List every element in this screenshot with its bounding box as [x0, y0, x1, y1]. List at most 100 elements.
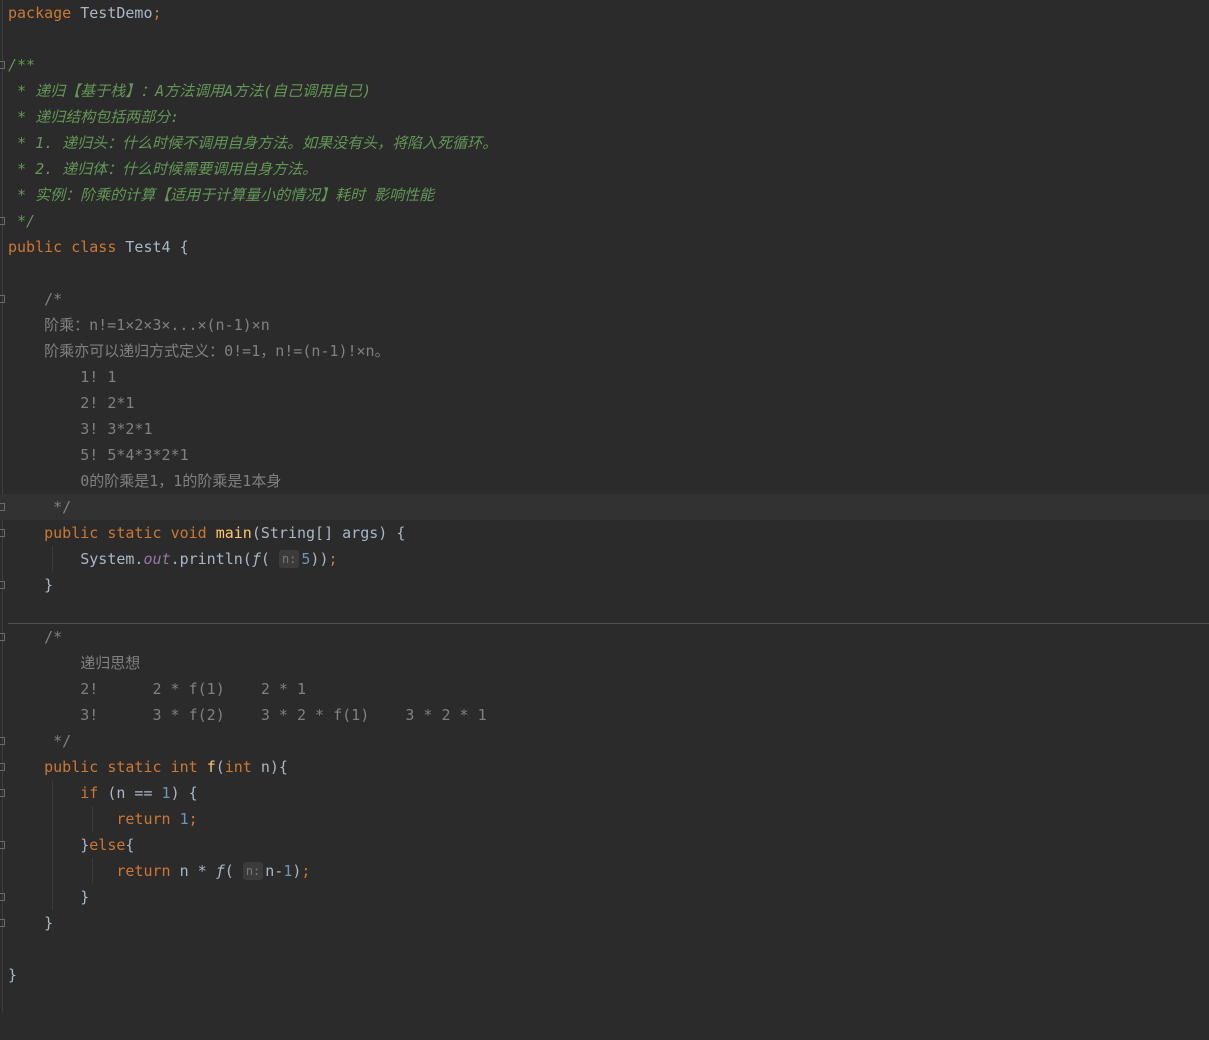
code-line[interactable]: 阶乘亦可以递归方式定义：0!=1，n!=(n-1)!×n。 — [0, 338, 1209, 364]
doc-comment-close: */ — [8, 212, 36, 230]
code-line[interactable]: } — [0, 884, 1209, 910]
fold-icon[interactable] — [0, 763, 5, 771]
code-line[interactable]: * 实例：阶乘的计算【适用于计算量小的情况】耗时 影响性能 — [0, 182, 1209, 208]
parameter-hint: n: — [242, 862, 264, 880]
fold-icon[interactable] — [0, 217, 5, 225]
block-comment-open: /* — [8, 290, 63, 308]
condition: (n == — [98, 784, 162, 802]
block-comment-open: /* — [8, 628, 63, 646]
code-line[interactable]: /** — [0, 52, 1209, 78]
fold-icon[interactable] — [0, 295, 5, 303]
code-line[interactable]: return n * ƒ( n: n-1); — [0, 858, 1209, 884]
fold-icon[interactable] — [0, 919, 5, 927]
method-call-f: ƒ — [215, 862, 225, 880]
block-comment-line: 阶乘亦可以递归方式定义：0!=1，n!=(n-1)!×n。 — [8, 342, 390, 360]
block-comment-close: */ — [8, 732, 72, 750]
fold-icon[interactable] — [0, 61, 5, 69]
keyword: else — [89, 836, 126, 854]
method-name: f — [206, 758, 216, 776]
semicolon: ; — [152, 4, 162, 22]
code-line[interactable]: }else{ — [0, 832, 1209, 858]
block-comment-line: 5! 5*4*3*2*1 — [8, 446, 189, 464]
code-line[interactable]: /* — [0, 286, 1209, 312]
number-literal: 1 — [283, 862, 293, 880]
code-line[interactable]: return 1; — [0, 806, 1209, 832]
code-line[interactable]: } — [0, 910, 1209, 936]
code-line[interactable]: public static int f(int n){ — [0, 754, 1209, 780]
fold-icon[interactable] — [0, 581, 5, 589]
class-name: Test4 — [125, 238, 171, 256]
block-comment-line: 1! 1 — [8, 368, 117, 386]
brace: } — [80, 888, 90, 906]
doc-comment-line: * 递归【基于栈】：A方法调用A方法(自己调用自己) — [8, 82, 372, 100]
class-ref: System. — [80, 550, 144, 568]
code-line[interactable]: 1! 1 — [0, 364, 1209, 390]
code-line[interactable]: public class Test4 { — [0, 234, 1209, 260]
fold-icon[interactable] — [0, 529, 5, 537]
code-line[interactable]: 2! 2*1 — [0, 390, 1209, 416]
code-line[interactable]: * 递归【基于栈】：A方法调用A方法(自己调用自己) — [0, 78, 1209, 104]
static-field: out — [143, 550, 171, 568]
paren: ( — [224, 862, 234, 880]
doc-comment-line: * 2. 递归体：什么时候需要调用自身方法。 — [8, 160, 318, 178]
parameter-hint: n: — [278, 550, 300, 568]
code-line[interactable]: */ — [0, 208, 1209, 234]
fold-icon[interactable] — [0, 503, 5, 511]
code-line[interactable]: 递归思想 — [0, 650, 1209, 676]
fold-icon[interactable] — [0, 789, 5, 797]
keyword: public — [44, 758, 99, 776]
argument: n- — [265, 862, 284, 880]
brace: } — [80, 836, 90, 854]
method-call: .println( — [170, 550, 252, 568]
code-line[interactable]: 2! 2 * f(1) 2 * 1 — [0, 676, 1209, 702]
package-name: TestDemo — [80, 4, 153, 22]
method-call-f: ƒ — [251, 550, 261, 568]
keyword: public — [44, 524, 99, 542]
paren: ( — [260, 550, 270, 568]
indent-guide — [52, 546, 53, 572]
semicolon: ; — [301, 862, 311, 880]
fold-icon[interactable] — [0, 737, 5, 745]
block-comment-close: */ — [8, 498, 72, 516]
indent-guide — [52, 780, 53, 910]
code-line[interactable]: * 递归结构包括两部分: — [0, 104, 1209, 130]
code-line[interactable]: if (n == 1) { — [0, 780, 1209, 806]
current-line[interactable]: */ — [0, 494, 1209, 520]
fold-icon[interactable] — [0, 841, 5, 849]
code-line[interactable]: } — [0, 572, 1209, 598]
method-params: n){ — [251, 758, 288, 776]
keyword: package — [8, 4, 72, 22]
method-name: main — [215, 524, 252, 542]
brace: { — [125, 836, 135, 854]
keyword: if — [80, 784, 99, 802]
code-editor[interactable]: package TestDemo; /** * 递归【基于栈】：A方法调用A方法… — [0, 0, 1209, 1012]
code-line[interactable]: /* — [0, 624, 1209, 650]
doc-comment-line: * 递归结构包括两部分: — [8, 108, 180, 126]
keyword: return — [116, 810, 171, 828]
code-line[interactable]: * 2. 递归体：什么时候需要调用自身方法。 — [0, 156, 1209, 182]
keyword: static — [107, 524, 162, 542]
number-literal: 1 — [179, 810, 189, 828]
code-line[interactable]: 5! 5*4*3*2*1 — [0, 442, 1209, 468]
code-line[interactable]: 0的阶乘是1，1的阶乘是1本身 — [0, 468, 1209, 494]
fold-icon[interactable] — [0, 633, 5, 641]
keyword: int — [170, 758, 198, 776]
code-line[interactable]: public static void main(String[] args) { — [0, 520, 1209, 546]
code-line[interactable]: System.out.println(ƒ( n: 5)); — [0, 546, 1209, 572]
code-line[interactable]: } — [0, 962, 1209, 988]
brace: { — [170, 238, 189, 256]
block-comment-line: 3! 3*2*1 — [8, 420, 153, 438]
code-line[interactable]: 3! 3 * f(2) 3 * 2 * f(1) 3 * 2 * 1 — [0, 702, 1209, 728]
code-line[interactable]: 3! 3*2*1 — [0, 416, 1209, 442]
code-line[interactable]: 阶乘：n!=1×2×3×...×(n-1)×n — [0, 312, 1209, 338]
block-comment-line: 阶乘：n!=1×2×3×...×(n-1)×n — [8, 316, 270, 334]
block-comment-line: 0的阶乘是1，1的阶乘是1本身 — [8, 472, 282, 490]
code-line[interactable]: package TestDemo; — [0, 0, 1209, 26]
fold-icon[interactable] — [0, 893, 5, 901]
code-line[interactable]: * 1. 递归头：什么时候不调用自身方法。如果没有头，将陷入死循环。 — [0, 130, 1209, 156]
doc-comment-line: * 1. 递归头：什么时候不调用自身方法。如果没有头，将陷入死循环。 — [8, 134, 498, 152]
code-line[interactable]: */ — [0, 728, 1209, 754]
block-comment-line: 3! 3 * f(2) 3 * 2 * f(1) 3 * 2 * 1 — [8, 706, 487, 724]
brace: } — [44, 576, 54, 594]
indent-guide — [92, 806, 93, 832]
